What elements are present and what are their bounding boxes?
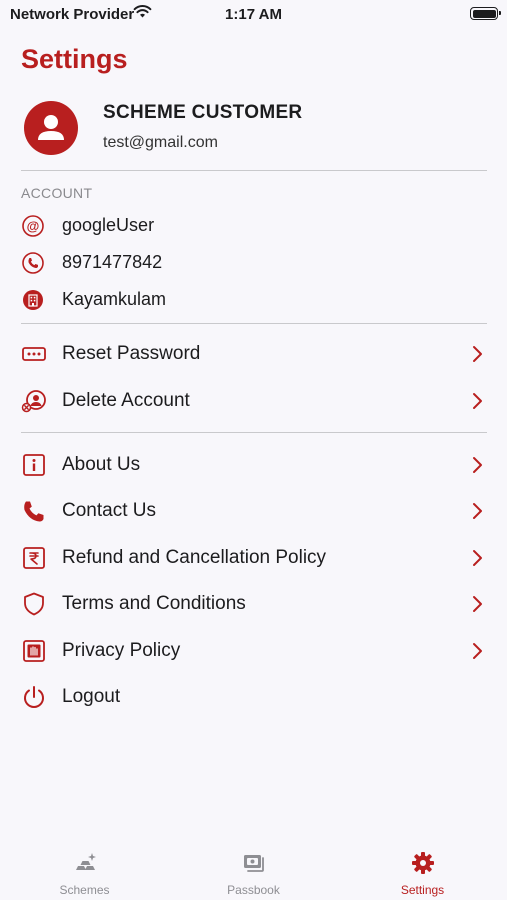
- tab-bar: Schemes Passbook Settings: [0, 846, 507, 900]
- about-us-label: About Us: [62, 454, 141, 475]
- divider: [21, 323, 487, 324]
- account-username-row: @ googleUser: [21, 212, 487, 240]
- chevron-right-icon: [469, 456, 487, 474]
- power-icon: [21, 684, 47, 710]
- logout-label: Logout: [62, 686, 121, 707]
- avatar: [24, 101, 78, 155]
- divider: [21, 170, 487, 171]
- contact-us-row[interactable]: Contact Us: [21, 493, 487, 529]
- account-phone: 8971477842: [62, 252, 163, 272]
- phone-handset-icon: [21, 498, 47, 524]
- divider: [21, 432, 487, 433]
- battery-icon: [470, 7, 501, 20]
- reset-password-row[interactable]: Reset Password: [21, 336, 487, 372]
- chevron-right-icon: [469, 642, 487, 660]
- terms-conditions-label: Terms and Conditions: [62, 593, 246, 614]
- hand-stop-icon: [21, 638, 47, 664]
- contact-us-label: Contact Us: [62, 500, 156, 521]
- delete-account-label: Delete Account: [62, 390, 190, 411]
- building-icon: [21, 288, 45, 312]
- reset-password-label: Reset Password: [62, 343, 201, 364]
- delete-account-row[interactable]: Delete Account: [21, 383, 487, 419]
- tab-settings[interactable]: Settings: [338, 846, 507, 900]
- phone-icon: [21, 251, 45, 275]
- terms-conditions-row[interactable]: Terms and Conditions: [21, 586, 487, 622]
- passbook-icon: [241, 850, 267, 876]
- at-sign-icon: @: [21, 214, 45, 238]
- tab-schemes[interactable]: Schemes: [0, 846, 169, 900]
- chevron-right-icon: [469, 595, 487, 613]
- account-location: Kayamkulam: [62, 289, 167, 309]
- tab-passbook-label: Passbook: [227, 883, 280, 897]
- delete-user-icon: [21, 388, 47, 414]
- privacy-policy-label: Privacy Policy: [62, 640, 181, 661]
- tab-settings-label: Settings: [400, 883, 445, 897]
- shield-icon: [21, 591, 47, 617]
- password-icon: [21, 341, 47, 367]
- chevron-right-icon: [469, 345, 487, 363]
- gold-bars-icon: [72, 850, 98, 876]
- status-time: 1:17 AM: [225, 6, 282, 23]
- user-icon: [38, 115, 64, 140]
- tab-schemes-label: Schemes: [59, 883, 110, 897]
- svg-text:@: @: [27, 219, 40, 234]
- info-icon: [21, 452, 47, 478]
- chevron-right-icon: [469, 549, 487, 567]
- privacy-policy-row[interactable]: Privacy Policy: [21, 633, 487, 669]
- page-title: Settings: [21, 44, 128, 74]
- tab-passbook[interactable]: Passbook: [169, 846, 338, 900]
- refund-policy-row[interactable]: Refund and Cancellation Policy: [21, 540, 487, 576]
- section-label-account: ACCOUNT: [21, 185, 93, 201]
- rupee-icon: [21, 545, 47, 571]
- chevron-right-icon: [469, 392, 487, 410]
- profile-name: SCHEME CUSTOMER: [103, 102, 303, 123]
- refund-policy-label: Refund and Cancellation Policy: [62, 547, 327, 568]
- account-username: googleUser: [62, 215, 155, 235]
- account-phone-row: 8971477842: [21, 249, 487, 277]
- status-bar: Network Provider 1:17 AM: [0, 0, 507, 28]
- account-location-row: Kayamkulam: [21, 286, 487, 314]
- chevron-right-icon: [469, 502, 487, 520]
- logout-row[interactable]: Logout: [21, 679, 487, 715]
- gear-icon: [410, 850, 436, 876]
- about-us-row[interactable]: About Us: [21, 447, 487, 483]
- profile-email: test@gmail.com: [103, 134, 218, 151]
